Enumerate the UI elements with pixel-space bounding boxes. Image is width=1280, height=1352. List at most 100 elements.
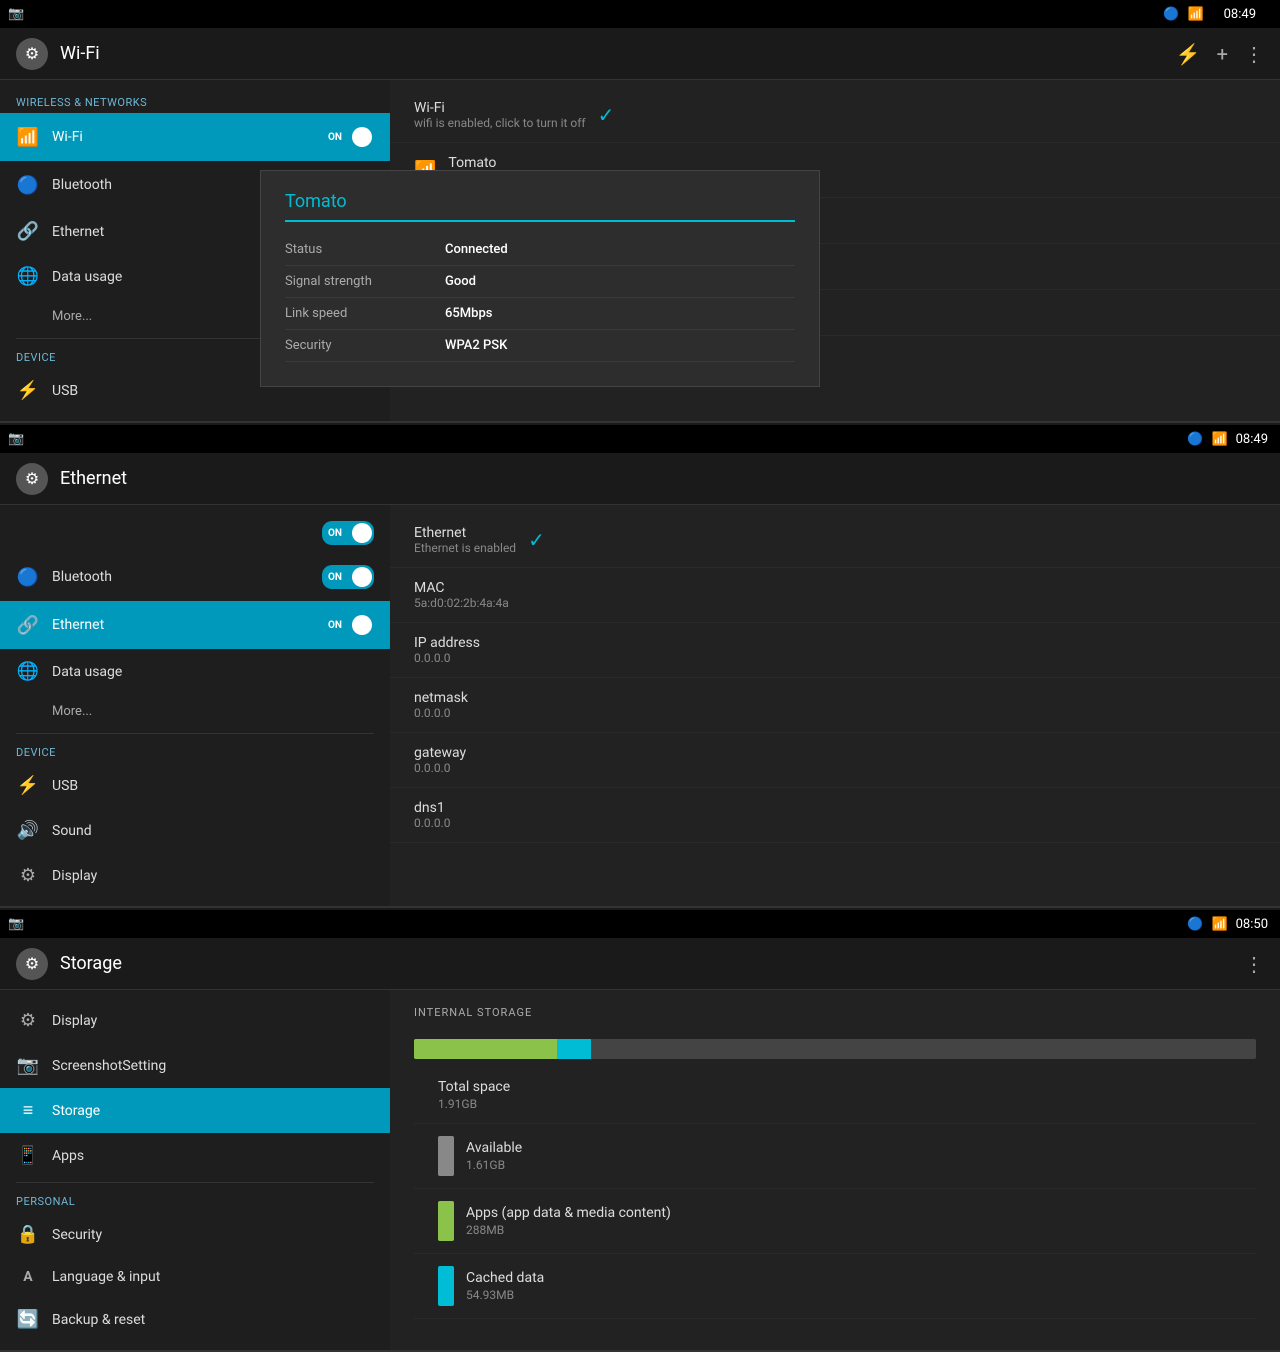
wifi-check-icon: ✓ [598, 103, 615, 127]
sidebar-wifi-label: Wi-Fi [52, 129, 310, 145]
display-icon-s2: ⚙ [16, 865, 40, 886]
sidebar-item-screenshot-s3[interactable]: 📷 ScreenshotSetting [0, 1043, 390, 1088]
dns1-row: dns1 0.0.0.0 [390, 788, 1280, 843]
ethernet-toggle-knob-s2 [352, 615, 372, 635]
storage-cached-info: Cached data 54.93MB [466, 1270, 544, 1302]
topbar-1: ⚙ Wi-Fi ⚡ + ⋮ [0, 28, 1280, 80]
popup-row-signal: Signal strength Good [285, 266, 795, 298]
bluetooth-icon-s2: 🔵 [16, 567, 40, 588]
storage-total-title: Total space [438, 1079, 510, 1095]
sidebar-item-ethernet-s2[interactable]: 🔗 Ethernet ON [0, 601, 390, 649]
popup-linkspeed-label: Link speed [285, 306, 445, 321]
ethernet-enabled-title: Ethernet [414, 525, 516, 541]
ip-row: IP address 0.0.0.0 [390, 623, 1280, 678]
sidebar-item-apps-s3[interactable]: 📱 Apps [0, 1133, 390, 1178]
panel-3: ⚙ Display 📷 ScreenshotSetting ≡ Storage … [0, 990, 1280, 1352]
wifi-enabled-title: Wi-Fi [414, 100, 586, 116]
wifi-toggle-s2[interactable]: ON [322, 521, 374, 545]
sidebar-item-datausage-s2[interactable]: 🌐 Data usage [0, 649, 390, 694]
storage-total-sub: 1.91GB [438, 1097, 510, 1111]
sidebar-item-storage-s3[interactable]: ≡ Storage [0, 1088, 390, 1133]
sidebar-item-backup-s3[interactable]: 🔄 Backup & reset [0, 1297, 390, 1342]
add-button[interactable]: + [1217, 42, 1228, 66]
storage-bar-apps [414, 1039, 557, 1059]
sidebar-item-usb-s2[interactable]: ⚡ USB [0, 763, 390, 808]
apps-icon-s3: 📱 [16, 1145, 40, 1166]
wifi-enabled-info: Wi-Fi wifi is enabled, click to turn it … [414, 100, 586, 130]
storage-available-row: Available 1.61GB [414, 1124, 1256, 1189]
sidebar-screenshot-label-s3: ScreenshotSetting [52, 1058, 374, 1074]
popup-security-value: WPA2 PSK [445, 338, 507, 353]
menu-button-3[interactable]: ⋮ [1244, 952, 1264, 976]
sidebar-item-display-s2[interactable]: ⚙ Display [0, 853, 390, 898]
bluetooth-status-icon-3: 🔵 [1187, 917, 1203, 932]
usb-icon-s2: ⚡ [16, 775, 40, 796]
sidebar-3: ⚙ Display 📷 ScreenshotSetting ≡ Storage … [0, 990, 390, 1350]
netmask-row: netmask 0.0.0.0 [390, 678, 1280, 733]
sidebar-sound-label-s2: Sound [52, 823, 374, 839]
status-bar-1: 📷 🔵 📶 08:49 [0, 0, 1280, 28]
status-time-3: 08:50 [1236, 917, 1268, 932]
ethernet-toggle-s2[interactable]: ON [322, 613, 374, 637]
sidebar-item-security-s3[interactable]: 🔒 Security [0, 1212, 390, 1257]
wifi-status-icon: 📶 [1187, 7, 1203, 22]
popup-row-status: Status Connected [285, 234, 795, 266]
popup-title: Tomato [285, 191, 795, 222]
sidebar-item-wifi-s2-toggle[interactable]: ON [0, 513, 390, 553]
storage-apps-info: Apps (app data & media content) 288MB [466, 1205, 671, 1237]
sidebar-item-wifi[interactable]: 📶 Wi-Fi ON [0, 113, 390, 161]
dns1-info: dns1 0.0.0.0 [414, 800, 450, 830]
sidebar-item-sound-s2[interactable]: 🔊 Sound [0, 808, 390, 853]
page-title-1: Wi-Fi [60, 43, 1176, 64]
sidebar-more-s2[interactable]: More... [0, 694, 390, 729]
sidebar-bluetooth-label-s2: Bluetooth [52, 569, 310, 585]
dns1-title: dns1 [414, 800, 450, 816]
wifi-enabled-row[interactable]: Wi-Fi wifi is enabled, click to turn it … [390, 88, 1280, 143]
bluetooth-status-icon-2: 🔵 [1187, 432, 1203, 447]
dns1-sub: 0.0.0.0 [414, 816, 450, 830]
mac-info: MAC 5a:d0:02:2b:4a:4a [414, 580, 509, 610]
wifi-toggle[interactable]: ON [322, 125, 374, 149]
language-icon-s3: A [16, 1269, 40, 1285]
sidebar-usb-label-s2: USB [52, 778, 374, 794]
sidebar-item-bluetooth-s2[interactable]: 🔵 Bluetooth ON [0, 553, 390, 601]
sidebar-item-language-s3[interactable]: A Language & input [0, 1257, 390, 1297]
sidebar-storage-label-s3: Storage [52, 1103, 374, 1119]
storage-available-title: Available [466, 1140, 522, 1156]
gateway-sub: 0.0.0.0 [414, 761, 466, 775]
screenshot-setting-icon-s3: 📷 [16, 1055, 40, 1076]
page-title-2: Ethernet [60, 468, 1264, 489]
screenshot-icon-3: 📷 [8, 917, 24, 932]
wifi-status-icon-3: 📶 [1211, 917, 1227, 932]
bluetooth-toggle-s2[interactable]: ON [322, 565, 374, 589]
popup-status-value: Connected [445, 242, 508, 257]
wifi-status-icon-2: 📶 [1211, 432, 1227, 447]
popup-row-linkspeed: Link speed 65Mbps [285, 298, 795, 330]
ethernet-check-icon: ✓ [528, 528, 545, 552]
topbar-2: ⚙ Ethernet [0, 453, 1280, 505]
bluetooth-icon: 🔵 [16, 175, 40, 196]
sidebar-backup-label-s3: Backup & reset [52, 1312, 374, 1328]
screen2-ethernet: 📷 🔵 📶 08:49 ⚙ Ethernet ON 🔵 Bluetooth [0, 425, 1280, 908]
top-actions-1: ⚡ + ⋮ [1176, 42, 1264, 66]
sidebar-item-display-s3[interactable]: ⚙ Display [0, 998, 390, 1043]
ethernet-enabled-sub: Ethernet is enabled [414, 541, 516, 555]
sidebar-security-label-s3: Security [52, 1227, 374, 1243]
popup-signal-value: Good [445, 274, 476, 289]
menu-button-1[interactable]: ⋮ [1244, 42, 1264, 66]
panel-2: ON 🔵 Bluetooth ON 🔗 Ethernet ON [0, 505, 1280, 908]
storage-available-info: Available 1.61GB [466, 1140, 522, 1172]
ethernet-main-content: Ethernet Ethernet is enabled ✓ MAC 5a:d0… [390, 505, 1280, 906]
mac-sub: 5a:d0:02:2b:4a:4a [414, 596, 509, 610]
flash-button[interactable]: ⚡ [1176, 42, 1201, 66]
sidebar-2: ON 🔵 Bluetooth ON 🔗 Ethernet ON [0, 505, 390, 906]
app-icon-wifi: ⚙ [16, 38, 48, 70]
netmask-info: netmask 0.0.0.0 [414, 690, 468, 720]
page-title-3: Storage [60, 953, 1244, 974]
display-icon-s3: ⚙ [16, 1010, 40, 1031]
app-icon-storage: ⚙ [16, 948, 48, 980]
gateway-row: gateway 0.0.0.0 [390, 733, 1280, 788]
sidebar-ethernet-label-s2: Ethernet [52, 617, 310, 633]
sidebar-datausage-label-s2: Data usage [52, 664, 374, 680]
ethernet-enabled-row[interactable]: Ethernet Ethernet is enabled ✓ [390, 513, 1280, 568]
